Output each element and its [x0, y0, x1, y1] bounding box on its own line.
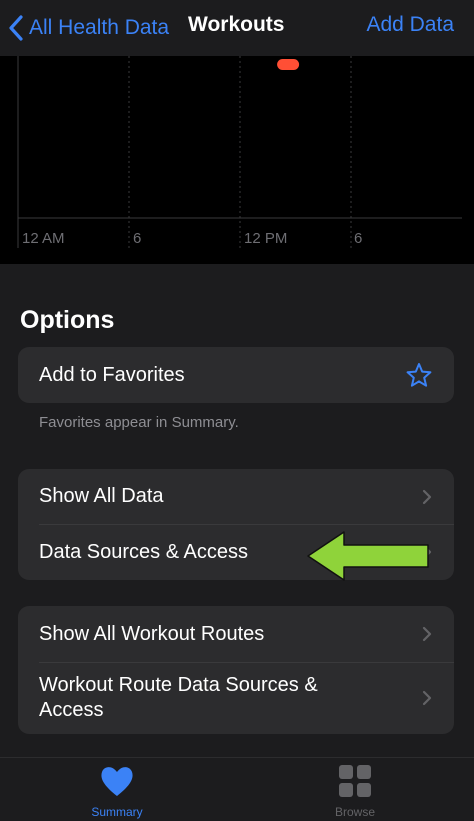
tab-label: Summary: [91, 805, 143, 819]
row-label: Add to Favorites: [39, 363, 185, 386]
row-label: Show All Workout Routes: [39, 622, 265, 645]
page-title: Workouts: [188, 13, 285, 36]
favorites-footnote: Favorites appear in Summary.: [39, 414, 239, 431]
favorites-card: Add to Favorites: [18, 347, 454, 403]
back-button[interactable]: All Health Data: [8, 12, 169, 44]
x-tick-label: 12 PM: [244, 230, 288, 247]
workout-route-data-sources-row[interactable]: Workout Route Data Sources & Access: [18, 662, 454, 734]
add-to-favorites-row[interactable]: Add to Favorites: [18, 347, 454, 403]
heart-icon: [101, 767, 133, 796]
workouts-chart: 12 AM 6 12 PM 6: [0, 56, 474, 264]
tab-bar: Summary Browse: [0, 757, 474, 821]
x-tick-label: 12 AM: [22, 230, 65, 247]
annotation-arrow-icon: [307, 531, 429, 581]
chevron-right-icon: [422, 626, 432, 642]
options-heading: Options: [20, 306, 115, 334]
x-tick-label: 6: [354, 230, 363, 247]
chart-plot: [17, 56, 462, 248]
star-icon[interactable]: [406, 362, 432, 388]
nav-bar: All Health Data Workouts Add Data: [0, 0, 474, 56]
tab-browse[interactable]: Browse: [295, 764, 415, 819]
back-label: All Health Data: [29, 16, 170, 39]
tab-label: Browse: [334, 805, 375, 819]
tab-summary[interactable]: Summary: [57, 764, 177, 819]
chevron-right-icon: [422, 690, 432, 706]
row-label: Workout Route Data Sources & Access: [39, 674, 318, 721]
row-label: Data Sources & Access: [39, 540, 248, 563]
routes-card: Show All Workout Routes Workout Route Da…: [18, 606, 454, 734]
add-data-button[interactable]: Add Data: [366, 13, 454, 37]
chevron-right-icon: [422, 489, 432, 504]
row-label: Show All Data: [39, 485, 164, 507]
x-tick-label: 6: [133, 230, 142, 247]
chevron-left-icon: [9, 15, 23, 41]
show-all-data-row[interactable]: Show All Data: [18, 469, 454, 524]
grid-icon: [339, 765, 371, 797]
chart-point: [277, 59, 300, 70]
show-all-workout-routes-row[interactable]: Show All Workout Routes: [18, 606, 454, 662]
